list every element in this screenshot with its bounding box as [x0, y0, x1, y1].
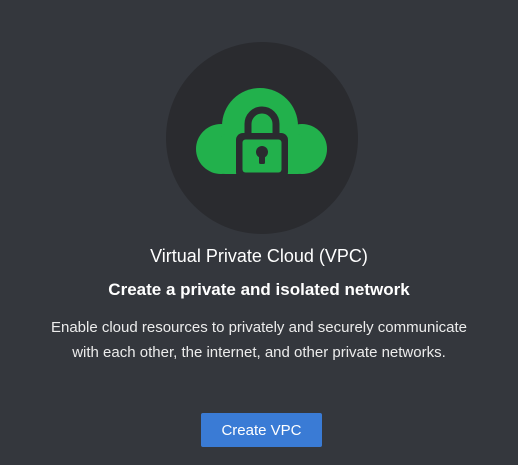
empty-state-title: Virtual Private Cloud (VPC) [150, 246, 368, 266]
vpc-empty-state: Virtual Private Cloud (VPC) Create a pri… [0, 0, 518, 465]
illustration-circle [166, 42, 358, 234]
empty-state-description: Enable cloud resources to privately and … [50, 319, 468, 361]
create-vpc-button[interactable]: Create VPC [201, 413, 322, 447]
cloud-lock-icon [196, 88, 327, 179]
empty-state-subtitle: Create a private and isolated network [108, 280, 410, 299]
